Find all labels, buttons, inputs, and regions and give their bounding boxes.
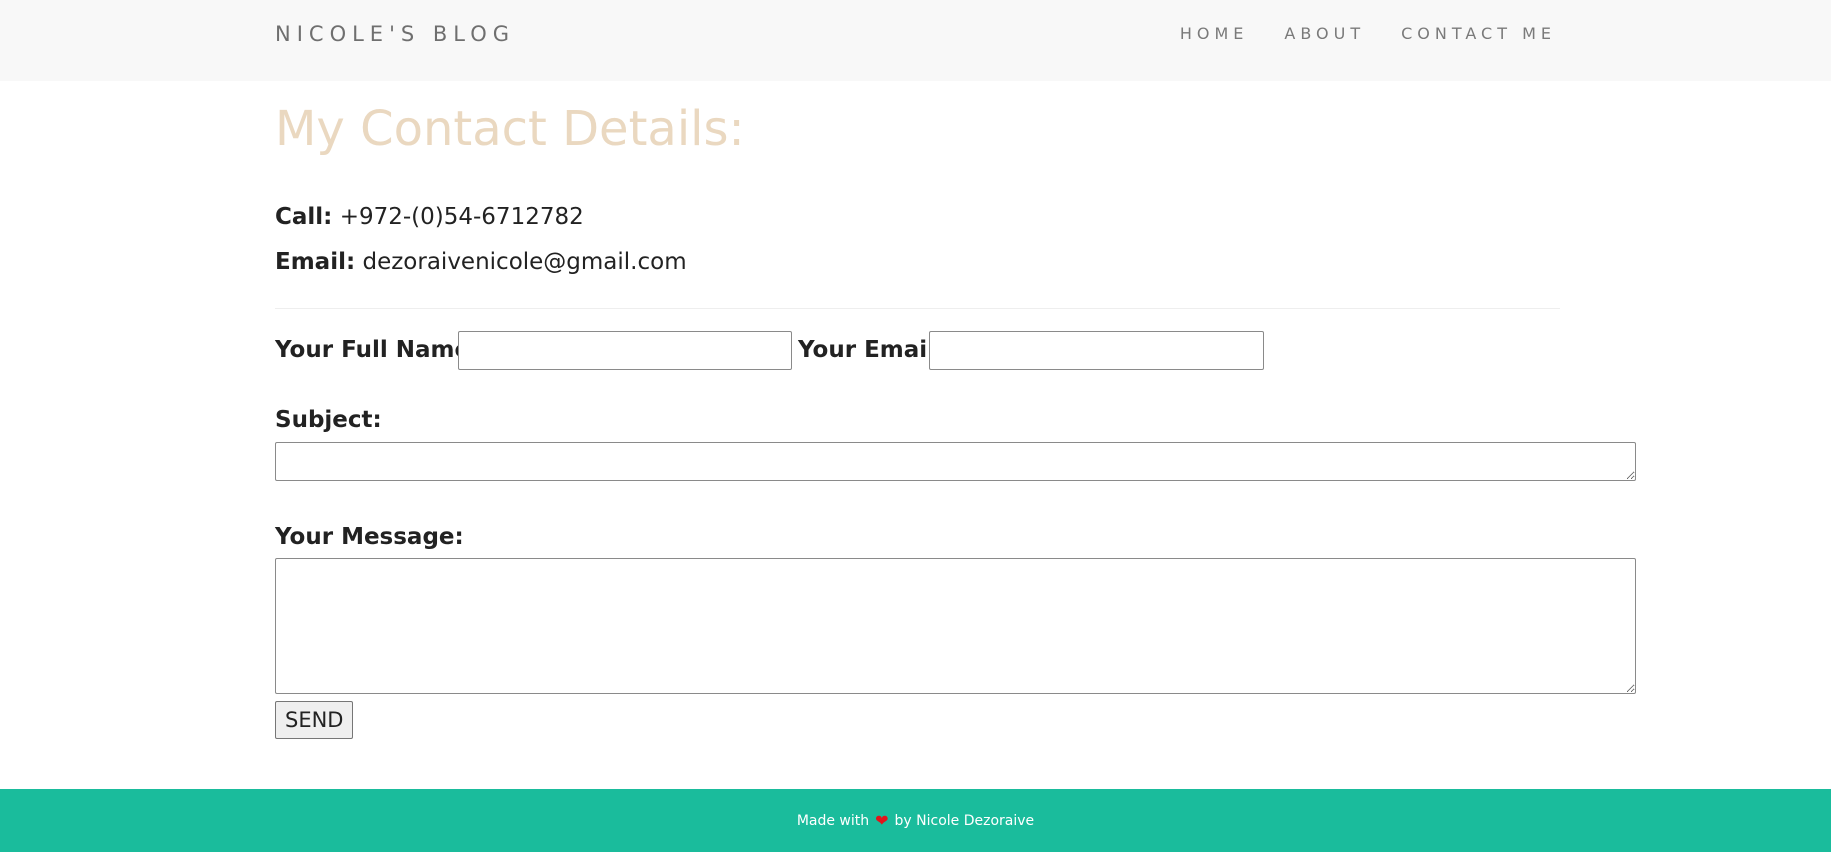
footer: Made with ❤ by Nicole Dezoraive (0, 789, 1831, 852)
email-detail: Email: dezoraivenicole@gmail.com (275, 249, 687, 275)
form-email-input[interactable] (929, 331, 1264, 370)
message-label: Your Message: (275, 524, 464, 550)
message-textarea[interactable] (275, 558, 1636, 694)
nav-contact-link[interactable]: CONTACT ME (1401, 24, 1556, 43)
form-email-label: Your Email: (798, 337, 945, 363)
site-brand[interactable]: NICOLE'S BLOG (275, 22, 515, 46)
divider (275, 308, 1560, 309)
fullname-label: Your Full Name: (275, 337, 480, 363)
call-detail: Call: +972-(0)54-6712782 (275, 204, 584, 230)
main-nav: HOME ABOUT CONTACT ME (1180, 24, 1556, 43)
heart-icon: ❤ (875, 810, 889, 830)
email-label: Email: (275, 249, 356, 275)
page-title: My Contact Details: (275, 101, 745, 157)
send-button[interactable]: SEND (275, 701, 354, 739)
nav-home-link[interactable]: HOME (1180, 24, 1249, 43)
navbar: NICOLE'S BLOG HOME ABOUT CONTACT ME (0, 0, 1831, 81)
contact-page: My Contact Details: Call: +972-(0)54-671… (0, 81, 1831, 789)
call-value: +972-(0)54-6712782 (339, 204, 584, 230)
fullname-input[interactable] (458, 331, 792, 370)
subject-textarea[interactable] (275, 442, 1636, 481)
footer-author: by Nicole Dezoraive (894, 812, 1035, 829)
subject-label: Subject: (275, 407, 382, 433)
footer-made-with: Made with (796, 812, 870, 829)
call-label: Call: (275, 204, 333, 230)
nav-about-link[interactable]: ABOUT (1284, 24, 1365, 43)
email-value: dezoraivenicole@gmail.com (362, 249, 687, 275)
